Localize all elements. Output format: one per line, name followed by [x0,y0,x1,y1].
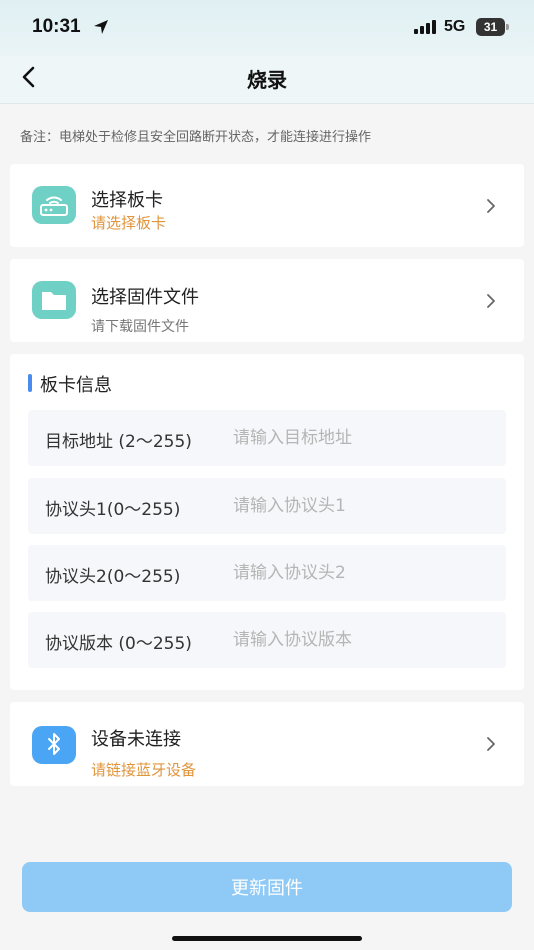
select-board-title: 选择板卡 [91,190,163,211]
battery-level: 31 [483,20,498,34]
chevron-right-icon [487,737,495,751]
target-address-field: 目标地址 (2～255) [28,410,506,466]
select-firmware-row[interactable]: 选择固件文件 请下载固件文件 [10,259,524,342]
protocol-version-field: 协议版本 (0～255) [28,612,506,668]
status-time: 10:31 [32,16,81,37]
select-firmware-subtitle: 请下载固件文件 [91,319,189,335]
network-type: 5G [444,18,466,35]
operation-note: 备注：电梯处于检修且安全回路断开状态，才能连接进行操作 [20,130,372,145]
bluetooth-device-row[interactable]: 设备未连接 请链接蓝牙设备 [10,702,524,786]
protocol-version-input[interactable] [233,624,495,656]
folder-icon [32,281,76,319]
update-firmware-button[interactable]: 更新固件 [22,862,512,912]
select-board-subtitle: 请选择板卡 [91,214,167,232]
home-indicator [172,936,362,941]
target-address-label: 目标地址 (2～255) [45,432,192,452]
select-board-row[interactable]: 选择板卡 请选择板卡 [10,164,524,247]
protocol-header2-label: 协议头2(0～255) [45,567,181,587]
board-info-card: 板卡信息 目标地址 (2～255) 协议头1(0～255) 协议头2(0～255… [10,354,524,690]
chevron-right-icon [487,199,495,213]
board-info-title: 板卡信息 [40,375,112,396]
protocol-header2-input[interactable] [233,557,495,589]
router-icon [32,186,76,224]
bluetooth-icon [32,726,76,764]
protocol-header1-label: 协议头1(0～255) [45,500,181,520]
location-arrow-icon [94,20,108,34]
select-firmware-title: 选择固件文件 [91,287,199,308]
protocol-header1-input[interactable] [233,490,495,522]
section-accent-bar [28,374,32,392]
chevron-right-icon [487,294,495,308]
battery-icon: 31 [476,18,510,36]
target-address-input[interactable] [233,422,495,454]
cellular-signal-icon [414,20,436,34]
bluetooth-status-subtitle: 请链接蓝牙设备 [91,761,197,779]
protocol-header1-field: 协议头1(0～255) [28,478,506,534]
bluetooth-status-title: 设备未连接 [91,729,181,750]
page-title: 烧录 [247,68,287,92]
protocol-version-label: 协议版本 (0～255) [45,634,192,654]
protocol-header2-field: 协议头2(0～255) [28,545,506,601]
